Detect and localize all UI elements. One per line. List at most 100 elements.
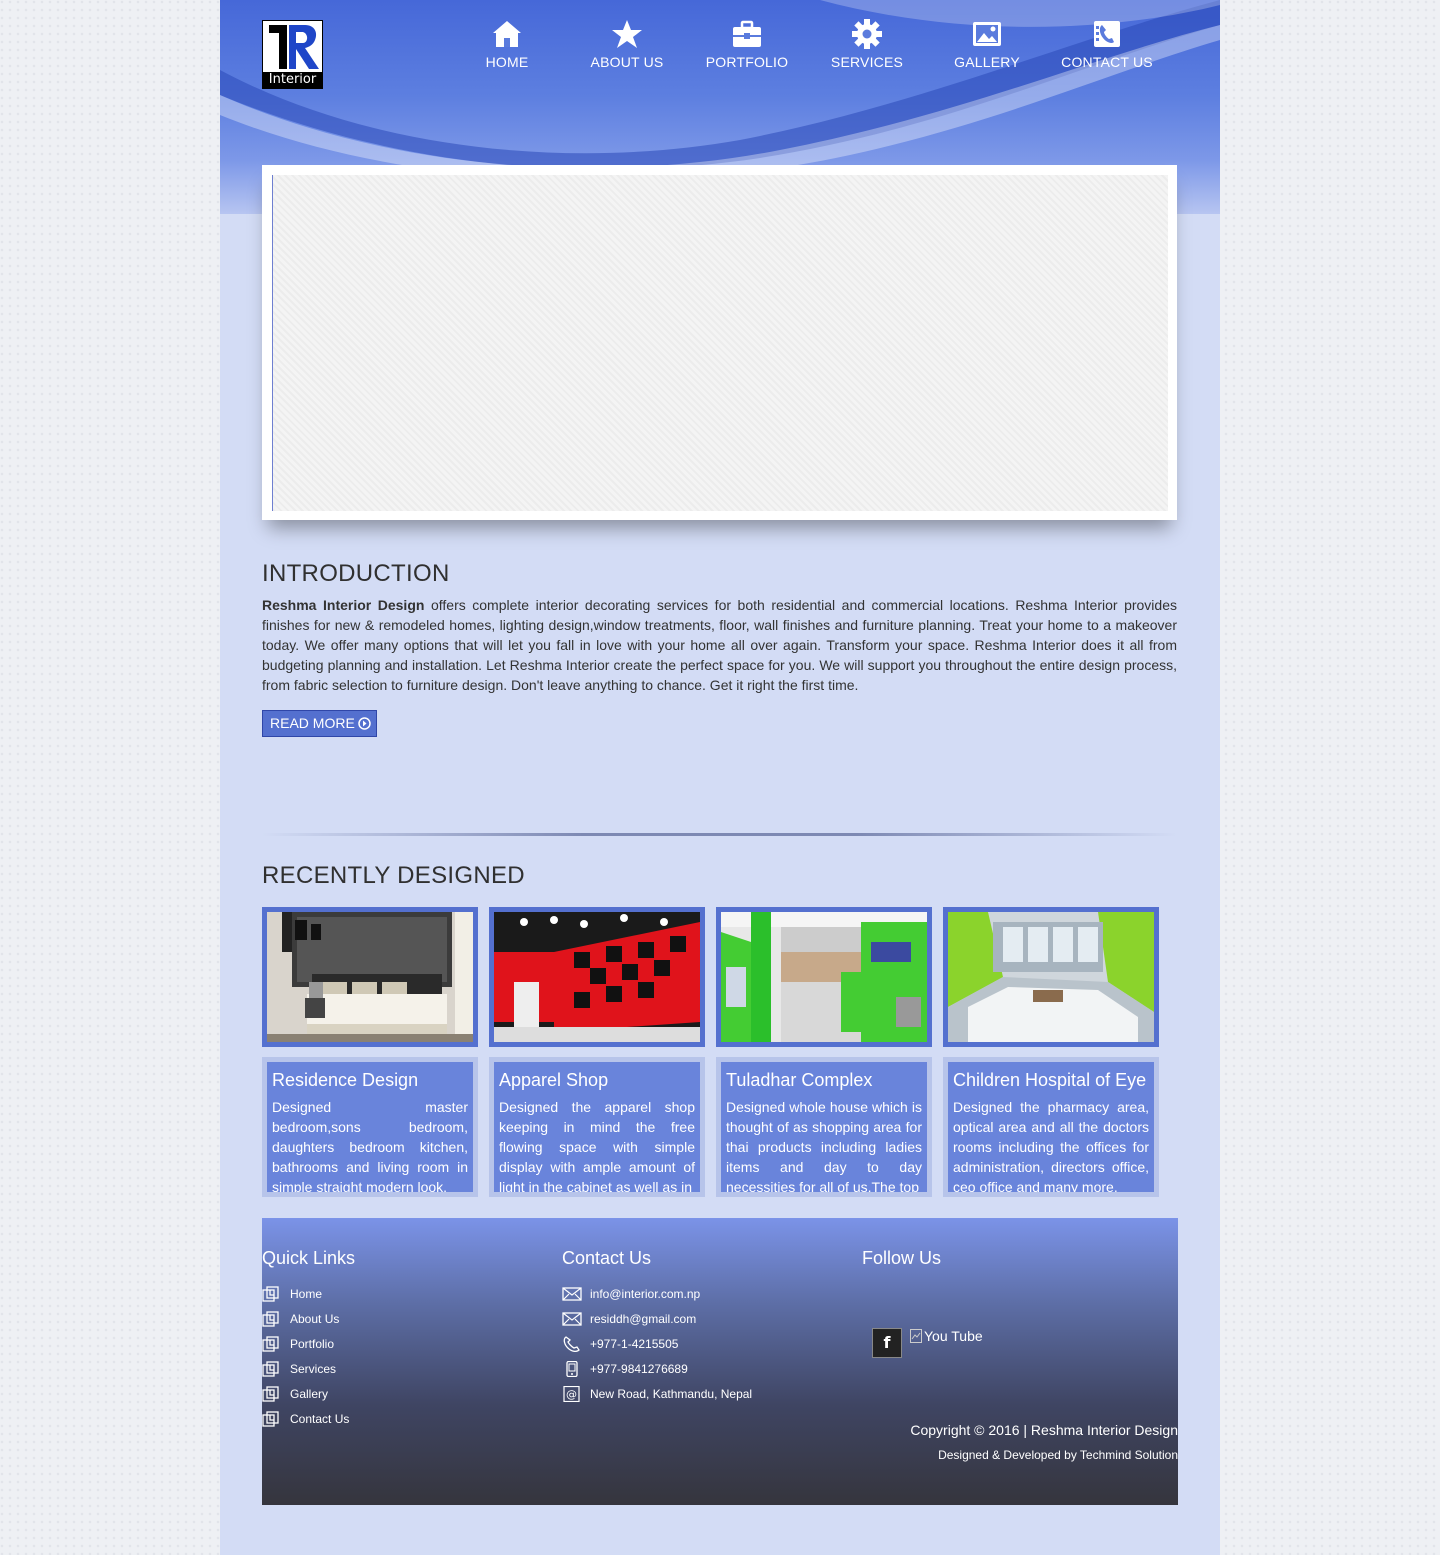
logo-mark-icon	[265, 23, 320, 71]
nav-gallery-label: GALLERY	[954, 54, 1020, 70]
logo-text: Interior	[263, 72, 322, 88]
contact-email-1[interactable]: info@interior.com.np	[562, 1281, 752, 1306]
nav-gallery[interactable]: GALLERY	[927, 18, 1047, 70]
link-icon	[262, 1360, 279, 1377]
footer-link-about-us[interactable]: About Us	[262, 1306, 355, 1331]
contact-text: residdh@gmail.com	[590, 1311, 697, 1326]
footer-link-label: Portfolio	[290, 1336, 335, 1351]
phone-icon	[1094, 21, 1120, 47]
developer-credit[interactable]: Designed & Developed by Techmind Solutio…	[938, 1448, 1178, 1462]
footer-link-services[interactable]: Services	[262, 1356, 355, 1381]
footer-link-label: About Us	[290, 1311, 340, 1326]
project-title[interactable]: Children Hospital of Eye	[953, 1070, 1149, 1091]
link-icon	[262, 1385, 279, 1402]
contact-email-2[interactable]: residdh@gmail.com	[562, 1306, 752, 1331]
footer-link-label: Home	[290, 1286, 323, 1301]
nav-about-us[interactable]: ABOUT US	[567, 18, 687, 70]
link-icon	[262, 1410, 279, 1427]
intro-company-name: Reshma Interior Design	[262, 597, 425, 613]
project-title[interactable]: Apparel Shop	[499, 1070, 695, 1091]
mail-icon	[562, 1286, 582, 1301]
briefcase-icon	[733, 20, 761, 47]
image-icon	[973, 22, 1001, 46]
footer-link-label: Gallery	[290, 1386, 329, 1401]
project-image-residence[interactable]	[262, 907, 478, 1047]
footer-follow: Follow Us f You Tube	[862, 1248, 1178, 1448]
nav-services-label: SERVICES	[830, 54, 904, 70]
project-title[interactable]: Residence Design	[272, 1070, 468, 1091]
link-icon	[262, 1285, 279, 1302]
star-icon	[612, 20, 642, 48]
nav-portfolio[interactable]: PORTFOLIO	[687, 18, 807, 70]
nav-about-label: ABOUT US	[590, 54, 664, 70]
contact-phone[interactable]: +977-1-4215505	[562, 1331, 752, 1356]
contact-text: +977-1-4215505	[590, 1336, 679, 1351]
footer-contact: Contact Us info@interior.com.np residdh@…	[562, 1248, 752, 1406]
nav-home-label: HOME	[485, 54, 529, 70]
mobile-icon	[566, 1360, 578, 1377]
project-card-children-hospital: Children Hospital of Eye Designed the ph…	[943, 1057, 1159, 1197]
contact-mobile[interactable]: +977-9841276689	[562, 1356, 752, 1381]
section-divider	[262, 833, 1177, 836]
footer-link-label: Services	[290, 1361, 337, 1376]
arrow-circle-icon	[358, 717, 371, 730]
copyright-text: Copyright © 2016 | Reshma Interior Desig…	[910, 1422, 1178, 1438]
hero-slider	[262, 165, 1177, 520]
footer-link-home[interactable]: Home	[262, 1281, 355, 1306]
recent-heading: RECENTLY DESIGNED	[262, 862, 525, 889]
tuladhar-complex-photo	[721, 912, 927, 1042]
nav-services[interactable]: SERVICES	[807, 18, 927, 70]
page-container: Interior HOME ABOUT US PORTFOLIO SERVICE…	[220, 0, 1220, 1555]
quick-links: Quick Links Home About Us Portfolio Serv…	[262, 1248, 355, 1431]
project-description: Designed the apparel shop keeping in min…	[499, 1099, 695, 1192]
facebook-icon[interactable]: f	[872, 1328, 902, 1358]
contact-address: @ New Road, Kathmandu, Nepal	[562, 1381, 752, 1406]
site-logo[interactable]: Interior	[262, 20, 323, 89]
broken-image-icon	[910, 1329, 922, 1343]
contact-text: +977-9841276689	[590, 1361, 688, 1376]
follow-heading: Follow Us	[862, 1248, 942, 1268]
footer-contact-heading: Contact Us	[562, 1248, 652, 1268]
project-image-apparel[interactable]	[489, 907, 705, 1047]
read-more-label: READ MORE	[270, 715, 355, 731]
slider-viewport[interactable]	[272, 175, 1168, 511]
nav-contact-us[interactable]: CONTACT US	[1047, 18, 1167, 70]
project-image-tuladhar[interactable]	[716, 907, 932, 1047]
project-card-apparel: Apparel Shop Designed the apparel shop k…	[489, 1057, 705, 1197]
site-footer: Quick Links Home About Us Portfolio Serv…	[262, 1218, 1178, 1505]
project-description: Designed the pharmacy area, optical area…	[953, 1099, 1149, 1192]
youtube-label: You Tube	[924, 1328, 983, 1344]
apparel-shop-photo	[494, 912, 700, 1042]
home-icon	[493, 21, 521, 47]
footer-link-gallery[interactable]: Gallery	[262, 1381, 355, 1406]
quick-links-heading: Quick Links	[262, 1248, 356, 1268]
social-links: f You Tube	[872, 1328, 983, 1358]
project-card-residence: Residence Design Designed master bedroom…	[262, 1057, 478, 1197]
svg-text:@: @	[566, 1388, 577, 1401]
youtube-link[interactable]: You Tube	[910, 1328, 983, 1344]
eye-hospital-photo	[948, 912, 1154, 1042]
project-image-children-hospital[interactable]	[943, 907, 1159, 1047]
link-icon	[262, 1310, 279, 1327]
project-description: Designed master bedroom,sons bedroom, da…	[272, 1099, 468, 1192]
nav-contact-label: CONTACT US	[1061, 54, 1153, 70]
project-title[interactable]: Tuladhar Complex	[726, 1070, 922, 1091]
nav-home[interactable]: HOME	[447, 18, 567, 70]
footer-link-contact-us[interactable]: Contact Us	[262, 1406, 355, 1431]
project-card-tuladhar: Tuladhar Complex Designed whole house wh…	[716, 1057, 932, 1197]
footer-link-label: Contact Us	[290, 1411, 350, 1426]
nav-portfolio-label: PORTFOLIO	[705, 54, 789, 70]
gear-icon	[852, 19, 882, 49]
contact-text: info@interior.com.np	[590, 1286, 701, 1301]
phone-icon	[563, 1335, 580, 1352]
project-description: Designed whole house which is thought of…	[726, 1099, 922, 1192]
at-icon: @	[563, 1385, 580, 1402]
mail-icon	[562, 1311, 582, 1326]
intro-heading: INTRODUCTION	[262, 560, 450, 587]
contact-text: New Road, Kathmandu, Nepal	[590, 1386, 753, 1401]
intro-paragraph: Reshma Interior Design offers complete i…	[262, 595, 1177, 695]
bedroom-photo	[267, 912, 473, 1042]
link-icon	[262, 1335, 279, 1352]
footer-link-portfolio[interactable]: Portfolio	[262, 1331, 355, 1356]
read-more-button[interactable]: READ MORE	[262, 710, 377, 737]
